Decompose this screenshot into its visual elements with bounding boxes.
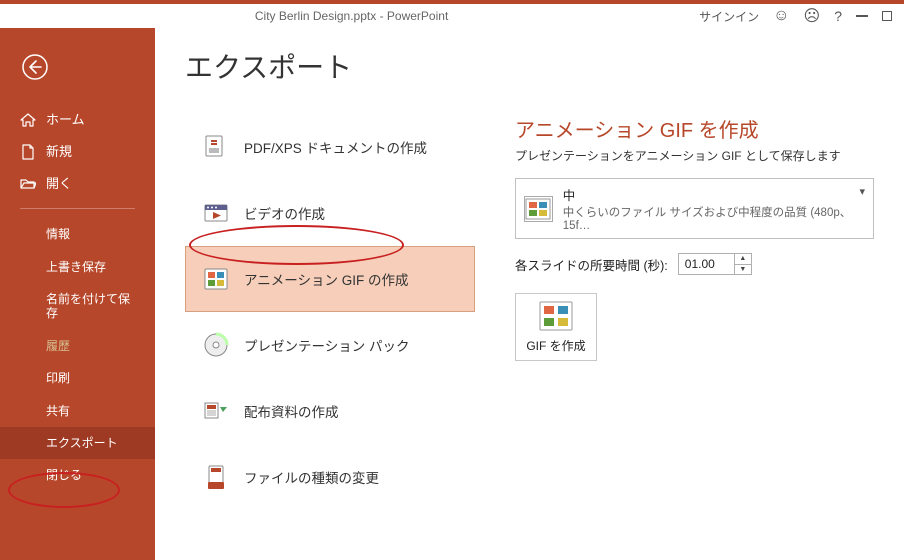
sidebar-item-history: 履歴 <box>0 330 155 362</box>
time-per-slide-row: 各スライドの所要時間 (秒): 01.00 ▲ ▼ <box>515 253 874 275</box>
change-type-icon <box>202 463 230 491</box>
sidebar-item-open[interactable]: 開く <box>0 168 155 200</box>
export-item-label: プレゼンテーション パック <box>244 335 409 355</box>
sidebar-item-save[interactable]: 上書き保存 <box>0 251 155 283</box>
gif-button-icon <box>539 301 573 331</box>
back-button[interactable] <box>22 54 155 80</box>
signin-link[interactable]: サインイン <box>699 8 759 25</box>
time-label: 各スライドの所要時間 (秒): <box>515 255 668 274</box>
minimize-button[interactable] <box>856 15 868 17</box>
sidebar-item-info[interactable]: 情報 <box>0 218 155 250</box>
smile-feedback-icon[interactable]: ☺ <box>773 7 789 25</box>
quality-dropdown[interactable]: 中 中くらいのファイル サイズおよび中程度の品質 (480p、15f… ▾ <box>515 178 874 239</box>
handouts-icon <box>202 397 230 425</box>
spin-up-icon[interactable]: ▲ <box>735 254 751 265</box>
export-item-label: ファイルの種類の変更 <box>244 467 379 487</box>
export-item-label: アニメーション GIF の作成 <box>244 269 408 289</box>
quality-text: 中 中くらいのファイル サイズおよび中程度の品質 (480p、15f… <box>563 185 865 232</box>
export-handouts[interactable]: 配布資料の作成 <box>185 378 475 444</box>
detail-subheading: プレゼンテーションをアニメーション GIF として保存します <box>515 147 874 164</box>
export-change-filetype[interactable]: ファイルの種類の変更 <box>185 444 475 510</box>
pdf-xps-icon <box>202 133 230 161</box>
gif-icon <box>202 265 230 293</box>
spin-down-icon[interactable]: ▼ <box>735 265 751 275</box>
maximize-button[interactable] <box>882 11 892 21</box>
export-video[interactable]: ビデオの作成 <box>185 180 475 246</box>
page-title: エクスポート <box>185 46 874 86</box>
sidebar-item-close[interactable]: 閉じる <box>0 459 155 491</box>
title-bar: City Berlin Design.pptx - PowerPoint サイン… <box>0 0 904 28</box>
export-package[interactable]: プレゼンテーション パック <box>185 312 475 378</box>
sidebar-item-print[interactable]: 印刷 <box>0 362 155 394</box>
export-pdf-xps[interactable]: PDF/XPS ドキュメントの作成 <box>185 114 475 180</box>
export-item-label: ビデオの作成 <box>244 203 325 223</box>
export-detail-pane: アニメーション GIF を作成 プレゼンテーションをアニメーション GIF とし… <box>515 114 874 510</box>
folder-open-icon <box>20 177 36 190</box>
export-gif[interactable]: アニメーション GIF の作成 <box>185 246 475 312</box>
sidebar-item-export[interactable]: エクスポート <box>0 427 155 459</box>
time-value[interactable]: 01.00 <box>679 254 735 274</box>
video-icon <box>202 199 230 227</box>
sidebar-item-label: 新規 <box>46 144 72 160</box>
sidebar-item-new[interactable]: 新規 <box>0 136 155 168</box>
sidebar-item-share[interactable]: 共有 <box>0 395 155 427</box>
quality-icon <box>524 196 553 222</box>
chevron-down-icon: ▾ <box>859 185 865 198</box>
time-spinner[interactable]: 01.00 ▲ ▼ <box>678 253 752 275</box>
export-options-list: PDF/XPS ドキュメントの作成 ビデオの作成 アニメーション GIF の作成 <box>185 114 475 510</box>
home-icon <box>20 113 36 127</box>
frown-feedback-icon[interactable]: ☹ <box>804 6 821 26</box>
cd-icon <box>202 331 230 359</box>
help-button[interactable]: ? <box>834 8 842 24</box>
sidebar-item-saveas[interactable]: 名前を付けて保存 <box>0 283 155 330</box>
document-title: City Berlin Design.pptx - PowerPoint <box>4 9 699 23</box>
sidebar-item-label: ホーム <box>46 112 85 128</box>
sidebar-item-label: 開く <box>46 176 72 192</box>
new-file-icon <box>20 144 36 160</box>
sidebar-item-home[interactable]: ホーム <box>0 104 155 136</box>
export-item-label: 配布資料の作成 <box>244 401 339 421</box>
export-item-label: PDF/XPS ドキュメントの作成 <box>244 137 427 157</box>
detail-heading: アニメーション GIF を作成 <box>515 114 874 143</box>
backstage-sidebar: ホーム 新規 開く 情報 上書き保存 名前を付けて保存 履歴 印刷 共有 エクス… <box>0 28 155 560</box>
content-area: エクスポート PDF/XPS ドキュメントの作成 ビデオの作成 <box>155 28 904 560</box>
sidebar-divider <box>20 208 135 209</box>
create-gif-button[interactable]: GIF を作成 <box>515 293 597 361</box>
create-gif-label: GIF を作成 <box>526 337 585 354</box>
window-controls: サインイン ☺ ☹ ? <box>699 6 900 26</box>
